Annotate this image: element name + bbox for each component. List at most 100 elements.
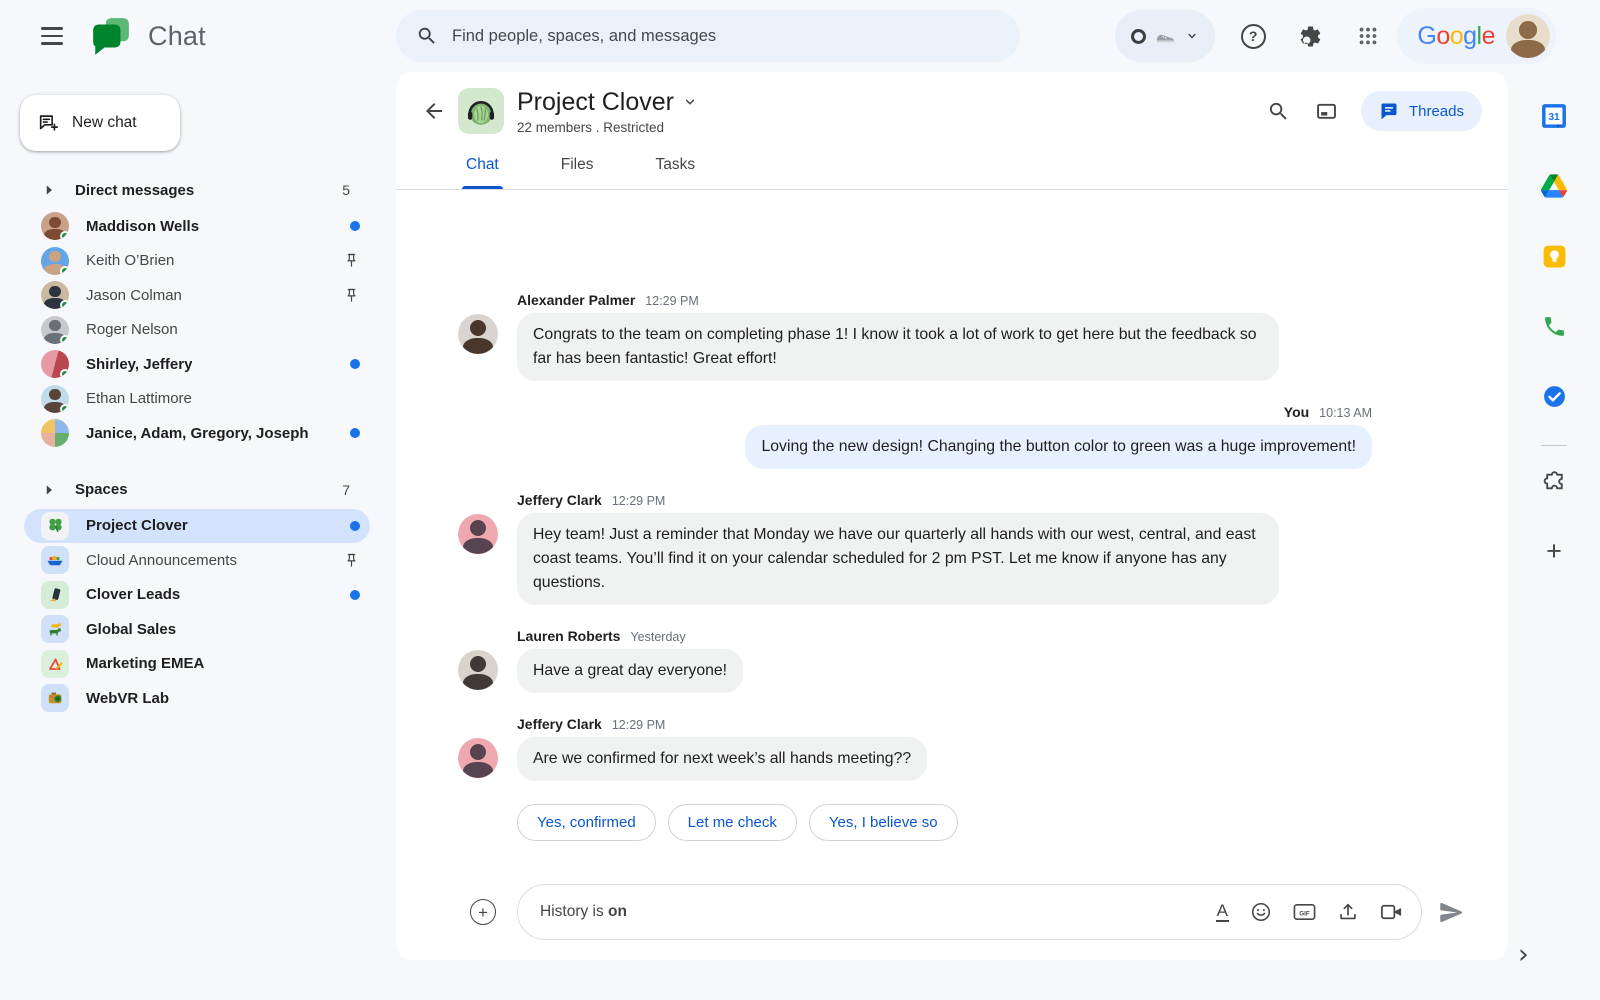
send-icon — [1438, 899, 1465, 926]
send-button[interactable] — [1438, 899, 1465, 926]
format-button[interactable]: A — [1216, 902, 1229, 922]
dm-name: Maddison Wells — [86, 218, 199, 235]
space-name: Cloud Announcements — [86, 552, 237, 569]
message-time: Yesterday — [630, 630, 685, 644]
expand-arrow-icon[interactable] — [40, 181, 58, 199]
format-text-icon: A — [1216, 902, 1229, 922]
addons-button[interactable] — [1542, 468, 1567, 494]
space-list-item[interactable]: Marketing EMEA — [24, 647, 370, 682]
add-attachment-button[interactable]: + — [470, 899, 496, 925]
tab-label: Tasks — [655, 156, 695, 174]
smart-reply-chip[interactable]: Let me check — [668, 804, 797, 841]
dm-list-item[interactable]: Maddison Wells — [24, 209, 370, 244]
global-search[interactable] — [396, 10, 1020, 62]
space-name: WebVR Lab — [86, 690, 169, 707]
message-list: Alexander Palmer 12:29 PM Congrats to th… — [458, 292, 1508, 804]
video-button[interactable] — [1380, 902, 1403, 922]
dm-name: Shirley, Jeffery — [86, 356, 192, 373]
dm-list-item[interactable]: Roger Nelson — [24, 313, 370, 348]
emoji-icon — [1250, 901, 1272, 923]
gif-button[interactable]: GIF — [1293, 902, 1316, 922]
dm-section-header[interactable]: Direct messages 5 — [40, 173, 350, 207]
dm-list-item[interactable]: Shirley, Jeffery — [24, 347, 370, 382]
rail-divider — [1541, 445, 1567, 446]
row-adornment — [350, 428, 364, 438]
space-list-item[interactable]: Cloud Announcements — [24, 543, 370, 578]
smart-reply-chip[interactable]: Yes, I believe so — [809, 804, 958, 841]
sender-name: Jeffery Clark — [517, 716, 602, 732]
dm-section-label: Direct messages — [75, 182, 194, 199]
space-list-item[interactable]: WebVR Lab — [24, 681, 370, 716]
conversation-panel: Project Clover 22 members . Restricted — [396, 72, 1508, 960]
dm-name: Roger Nelson — [86, 321, 178, 338]
emoji-button[interactable] — [1250, 901, 1272, 923]
add-app-button[interactable]: + — [1546, 538, 1562, 564]
new-chat-button[interactable]: New chat — [20, 95, 180, 151]
open-details-button[interactable] — [1303, 87, 1351, 135]
title-block[interactable]: Project Clover 22 members . Restricted — [517, 88, 698, 135]
smart-reply-label: Yes, confirmed — [537, 814, 636, 831]
gif-icon: GIF — [1293, 902, 1316, 922]
user-avatar[interactable] — [1506, 14, 1550, 58]
cabbage-headphones-icon — [461, 91, 501, 131]
help-icon: ? — [1241, 24, 1266, 49]
space-header-avatar[interactable] — [458, 88, 504, 134]
account-pill[interactable]: Google — [1397, 8, 1556, 64]
tab-label: Chat — [466, 156, 499, 174]
expand-arrow-icon[interactable] — [40, 481, 58, 499]
dm-list-item[interactable]: Keith O’Brien — [24, 244, 370, 279]
message-bubble: Loving the new design! Changing the butt… — [745, 425, 1372, 469]
menu-icon[interactable] — [28, 12, 76, 60]
back-button[interactable] — [414, 91, 454, 131]
space-list-item[interactable]: Global Sales — [24, 612, 370, 647]
space-list-item[interactable]: Clover Leads — [24, 578, 370, 613]
spaces-list: Project Clover — [0, 509, 396, 716]
row-adornment — [350, 221, 364, 231]
drive-app-button[interactable] — [1541, 173, 1567, 199]
sender-avatar — [458, 514, 498, 554]
help-button[interactable]: ? — [1229, 12, 1276, 60]
sender-name: Alexander Palmer — [517, 292, 635, 308]
threads-button[interactable]: Threads — [1361, 91, 1482, 131]
smart-reply-chip[interactable]: Yes, confirmed — [517, 804, 656, 841]
space-tabs: Chat Files Tasks — [396, 150, 1508, 190]
direct-messages-list: Maddison Wells Keith O’Brien — [0, 209, 396, 451]
apps-launcher-button[interactable] — [1344, 12, 1391, 60]
space-title: Project Clover — [517, 88, 674, 117]
video-camera-icon — [1380, 902, 1403, 922]
search-input[interactable] — [452, 27, 1000, 46]
presence-dot — [60, 300, 69, 309]
message-time: 10:13 AM — [1319, 406, 1372, 420]
message-bubble: Congrats to the team on completing phase… — [517, 313, 1279, 381]
calendar-app-button[interactable]: 31 — [1541, 103, 1567, 129]
space-list-item[interactable]: Project Clover — [24, 509, 370, 544]
tasks-app-button[interactable] — [1542, 383, 1567, 409]
selfie-phone-icon — [47, 587, 63, 603]
row-adornment — [343, 287, 364, 304]
presence-dot — [60, 231, 69, 240]
history-placeholder: History is on — [540, 903, 627, 921]
settings-button[interactable] — [1287, 12, 1334, 60]
dm-list-item[interactable]: Ethan Lattimore — [24, 382, 370, 417]
message-composer: + History is on A GIF — [396, 884, 1508, 940]
spaces-section-header[interactable]: Spaces 7 — [40, 473, 350, 507]
keep-app-button[interactable] — [1542, 243, 1567, 269]
upload-button[interactable] — [1337, 901, 1359, 923]
space-tab[interactable]: Files — [561, 150, 594, 189]
ruler-pencil-icon — [47, 656, 63, 672]
chevron-down-icon — [682, 94, 698, 110]
dog-icon — [47, 621, 64, 637]
space-tab[interactable]: Tasks — [655, 150, 695, 189]
dm-list-item[interactable]: Jason Colman — [24, 278, 370, 313]
back-arrow-icon — [422, 99, 446, 123]
sender-avatar — [458, 738, 498, 778]
status-selector[interactable] — [1115, 10, 1215, 62]
chat-logo — [90, 15, 132, 57]
voice-app-button[interactable] — [1542, 313, 1567, 339]
message-input[interactable]: History is on A GIF — [517, 884, 1422, 940]
google-logo-letter: o — [1450, 22, 1463, 51]
search-in-space-button[interactable] — [1255, 87, 1303, 135]
space-tab[interactable]: Chat — [466, 150, 499, 189]
expand-rail-chevron[interactable]: › — [1518, 939, 1529, 970]
dm-list-item[interactable]: Janice, Adam, Gregory, Joseph — [24, 416, 370, 451]
